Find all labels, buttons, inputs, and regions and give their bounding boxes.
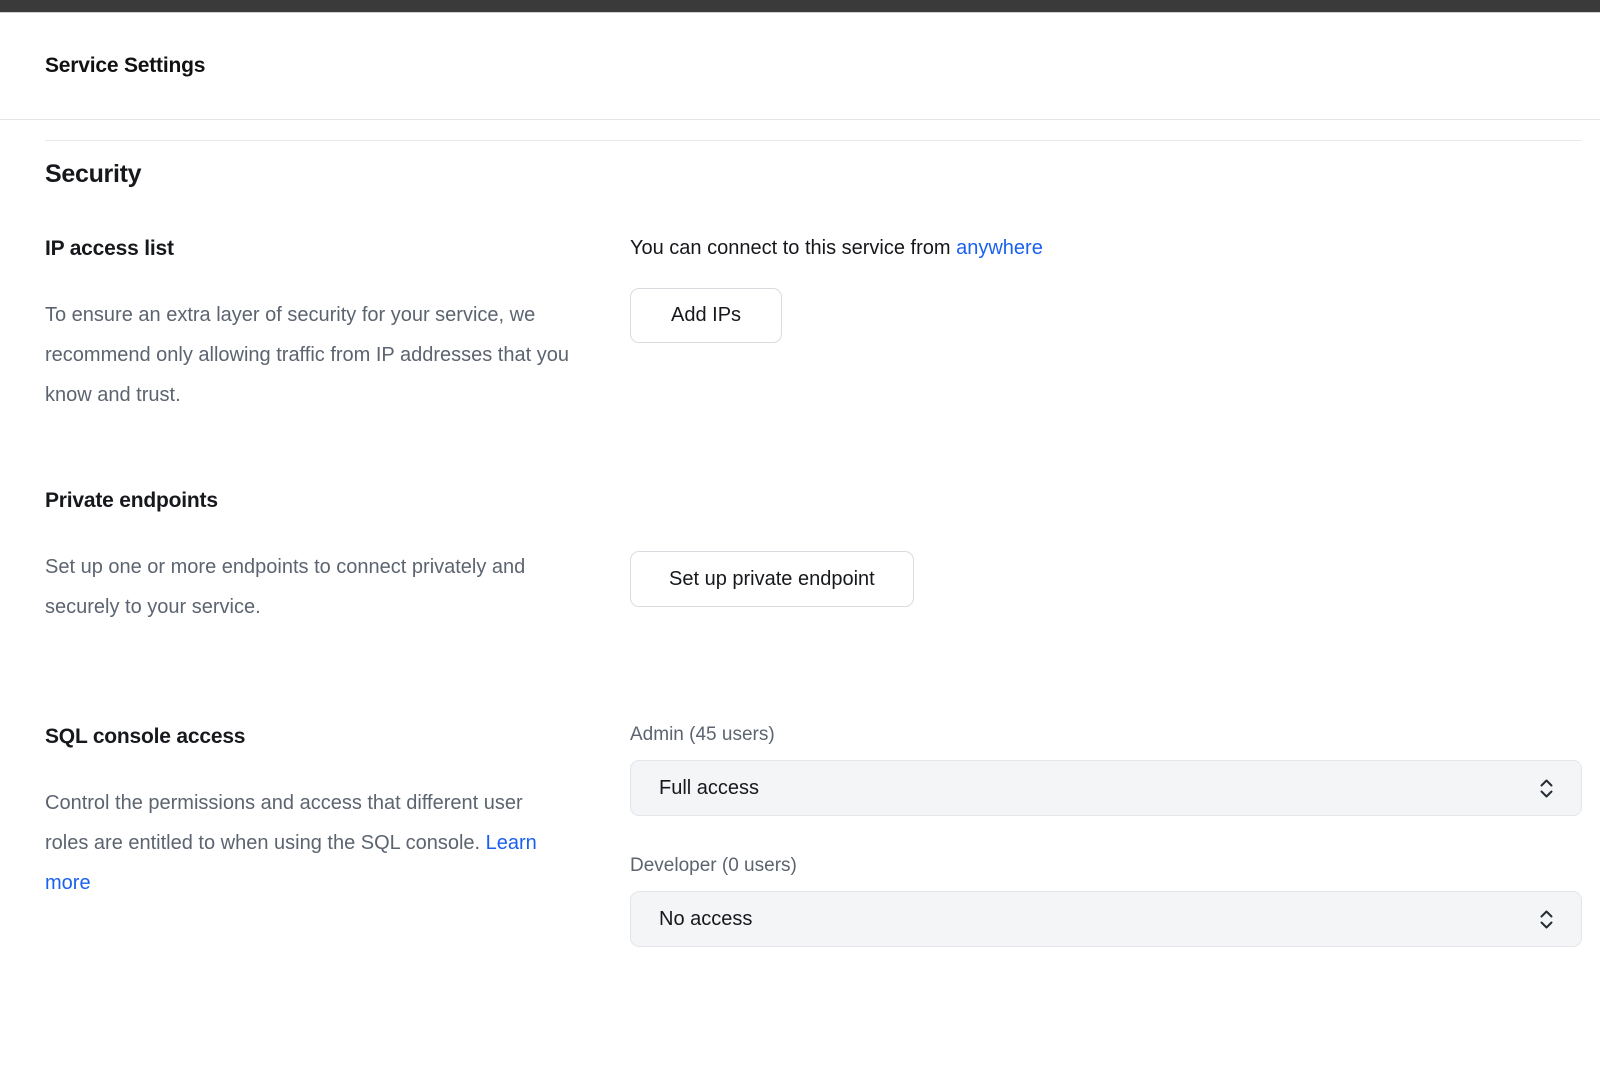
admin-access-select[interactable]: Full access <box>630 760 1582 816</box>
developer-access-select[interactable]: No access <box>630 891 1582 947</box>
connect-status-text: You can connect to this service from any… <box>630 235 1582 262</box>
developer-access-selected-value: No access <box>659 908 752 931</box>
private-endpoints-title: Private endpoints <box>45 487 630 515</box>
admin-role-label: Admin (45 users) <box>630 723 1582 747</box>
page-title: Service Settings <box>45 54 205 78</box>
anywhere-link[interactable]: anywhere <box>956 237 1043 259</box>
ip-access-list-row: IP access list To ensure an extra layer … <box>45 235 1582 415</box>
chevron-up-down-icon <box>1538 907 1555 932</box>
private-endpoints-description: Set up one or more endpoints to connect … <box>45 547 570 627</box>
developer-role-label: Developer (0 users) <box>630 854 1582 878</box>
page-header: Service Settings <box>0 13 1600 120</box>
section-divider <box>45 140 1582 141</box>
add-ips-button[interactable]: Add IPs <box>630 288 782 343</box>
settings-content: Security IP access list To ensure an ext… <box>0 140 1600 947</box>
sql-console-access-description: Control the permissions and access that … <box>45 783 570 903</box>
admin-access-selected-value: Full access <box>659 777 759 800</box>
sql-console-access-row: SQL console access Control the permissio… <box>45 723 1582 947</box>
developer-role-field: Developer (0 users) No access <box>630 854 1582 947</box>
window-titlebar <box>0 0 1600 13</box>
sql-console-access-title: SQL console access <box>45 723 630 751</box>
admin-role-field: Admin (45 users) Full access <box>630 723 1582 816</box>
security-section-heading: Security <box>45 157 1582 191</box>
ip-access-list-title: IP access list <box>45 235 630 263</box>
setup-private-endpoint-button[interactable]: Set up private endpoint <box>630 551 914 607</box>
chevron-up-down-icon <box>1538 776 1555 801</box>
private-endpoints-row: Private endpoints Set up one or more end… <box>45 487 1582 627</box>
ip-access-list-description: To ensure an extra layer of security for… <box>45 295 570 415</box>
